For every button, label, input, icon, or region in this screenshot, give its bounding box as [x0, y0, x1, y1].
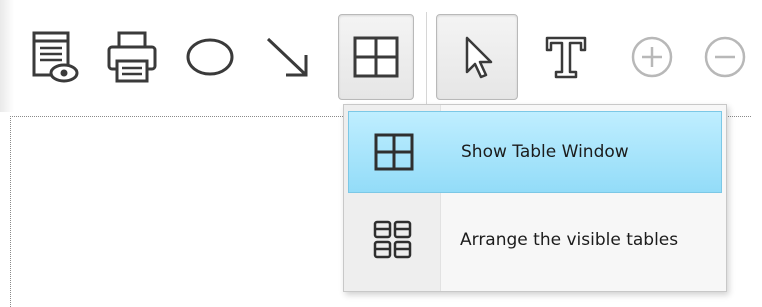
menu-item-arrange-visible-tables[interactable]: Arrange the visible tables	[348, 199, 722, 281]
cursor-arrow-icon	[465, 36, 493, 79]
toolbar-edge	[0, 0, 14, 112]
print-preview-icon	[32, 31, 79, 83]
zoom-out-button[interactable]	[698, 14, 762, 100]
menu-item-label: Show Table Window	[461, 142, 629, 162]
table-popup-menu: Show Table Window Arrange the visible ta…	[343, 104, 727, 292]
menu-item-show-table-window[interactable]: Show Table Window	[348, 111, 722, 193]
menu-item-label: Arrange the visible tables	[460, 230, 679, 250]
print-button[interactable]	[94, 14, 170, 100]
zoom-in-button[interactable]	[614, 14, 690, 100]
arrow-tool-button[interactable]	[250, 14, 326, 100]
select-tool-button[interactable]	[436, 14, 518, 100]
ellipse-icon	[186, 38, 234, 76]
zoom-out-icon	[704, 36, 746, 78]
menu-icon-cell	[349, 112, 439, 192]
table-grid-icon	[374, 133, 414, 171]
zoom-in-icon	[631, 36, 673, 78]
ellipse-tool-button[interactable]	[172, 14, 248, 100]
print-preview-button[interactable]	[16, 14, 92, 100]
text-tool-button[interactable]	[528, 14, 604, 100]
toolbar	[0, 0, 762, 112]
text-t-icon	[545, 36, 587, 79]
toolbar-separator	[426, 12, 427, 104]
menu-icon-cell	[348, 199, 438, 281]
diagonal-arrow-icon	[266, 37, 308, 77]
table-grid-icon	[353, 36, 399, 78]
printer-icon	[107, 31, 157, 83]
arrange-tables-icon	[373, 220, 412, 259]
table-tool-button[interactable]	[338, 14, 414, 100]
